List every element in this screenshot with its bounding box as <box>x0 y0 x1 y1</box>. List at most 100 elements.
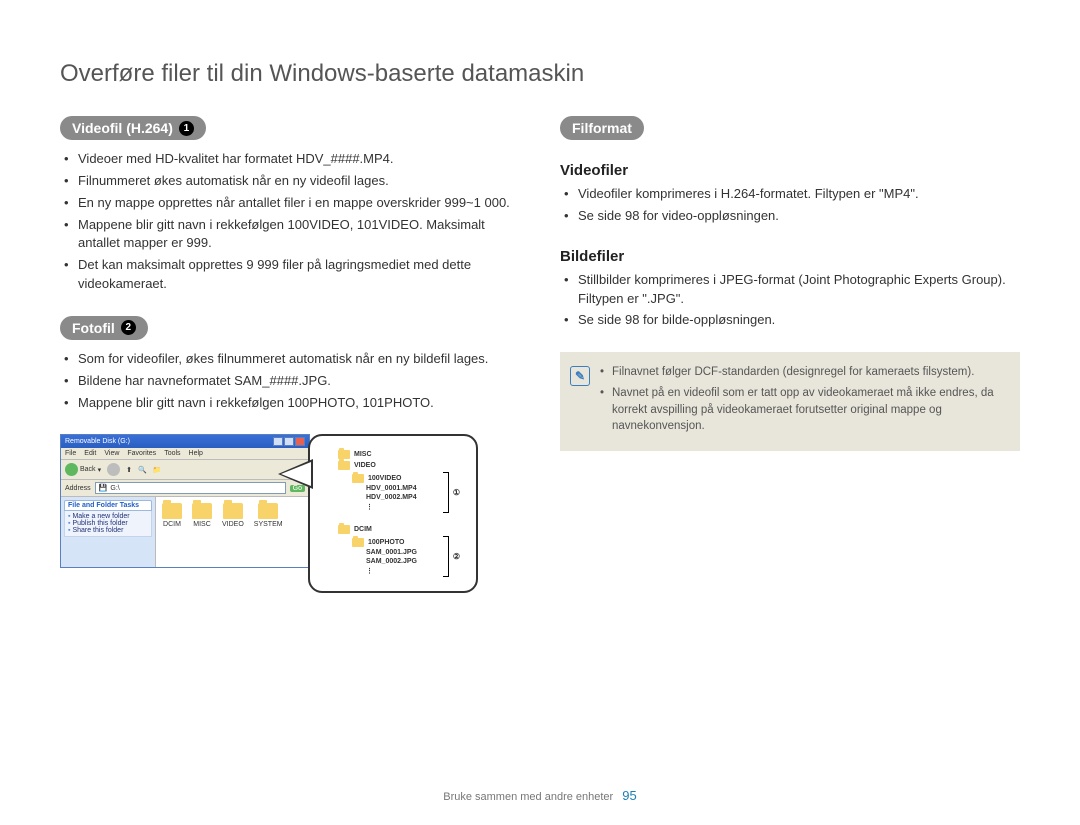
bullet: Se side 98 for video-oppløsningen. <box>564 207 1020 226</box>
pill-filformat: Filformat <box>560 116 644 140</box>
bullet: Det kan maksimalt opprettes 9 999 filer … <box>64 256 520 294</box>
folder-icon <box>338 525 350 534</box>
bullet: Videofiler komprimeres i H.264-formatet.… <box>564 185 1020 204</box>
explorer-sidepanel: File and Folder Tasks Make a new folder … <box>61 497 156 567</box>
bullet: Mappene blir gitt navn i rekkefølgen 100… <box>64 216 520 254</box>
tree-label: MISC <box>354 451 372 458</box>
folder-icon <box>258 503 278 519</box>
folders-icon: 📁 <box>153 466 162 474</box>
bullet: Som for videofiler, økes filnummeret aut… <box>64 350 520 369</box>
folder-item: DCIM <box>162 503 182 528</box>
maximize-icon <box>284 437 294 446</box>
note-item: Navnet på en videofil som er tatt opp av… <box>600 385 1006 435</box>
badge-2-icon: 2 <box>121 320 136 335</box>
page-number: 95 <box>622 788 636 803</box>
badge-1-icon: 1 <box>179 121 194 136</box>
folder-icon <box>338 450 350 459</box>
tree-file: SAM_0002.JPG <box>366 558 417 565</box>
tree-label: 100PHOTO <box>368 539 404 546</box>
tree-label: VIDEO <box>354 462 376 469</box>
folder-label: SYSTEM <box>254 521 283 528</box>
drive-icon: 💾 <box>99 484 108 492</box>
bullet: Se side 98 for bilde-oppløsningen. <box>564 311 1020 330</box>
folder-label: MISC <box>193 521 211 528</box>
back-label: Back <box>80 466 96 473</box>
minimize-icon <box>273 437 283 446</box>
bullet: Mappene blir gitt navn i rekkefølgen 100… <box>64 394 520 413</box>
tree-callout: MISC VIDEO 100VIDEO HDV_0001.MP4 HDV_000… <box>308 434 478 593</box>
explorer-title-text: Removable Disk (G:) <box>65 438 130 445</box>
address-label: Address <box>65 485 91 492</box>
bildefiler-bullets: Stillbilder komprimeres i JPEG-format (J… <box>560 271 1020 331</box>
bullet: Bildene har navneformatet SAM_####.JPG. <box>64 372 520 391</box>
left-column: Videofil (H.264) 1 Videoer med HD-kvalit… <box>60 116 520 593</box>
tree-file: HDV_0001.MP4 <box>366 485 417 492</box>
folder-label: DCIM <box>163 521 181 528</box>
page-footer: Bruke sammen med andre enheter 95 <box>0 788 1080 803</box>
note-icon: ✎ <box>570 366 590 386</box>
menu-item: Help <box>189 450 203 457</box>
search-icon: 🔍 <box>138 466 147 474</box>
footer-text: Bruke sammen med andre enheter <box>443 791 613 803</box>
tree-label: 100VIDEO <box>368 475 401 482</box>
folder-item: VIDEO <box>222 503 244 528</box>
tree-label: DCIM <box>354 526 372 533</box>
menu-item: View <box>104 450 119 457</box>
folder-item: MISC <box>192 503 212 528</box>
bullet: Stillbilder komprimeres i JPEG-format (J… <box>564 271 1020 309</box>
explorer-addressbar: Address 💾G:\ Go <box>61 480 309 497</box>
folder-label: VIDEO <box>222 521 244 528</box>
subhead-videofiler: Videofiler <box>560 162 1020 179</box>
explorer-toolbar: Back ▾ ⬆ 🔍 📁 <box>61 460 309 480</box>
tree-file: HDV_0002.MP4 <box>366 494 417 501</box>
fotofil-bullets: Som for videofiler, økes filnummeret aut… <box>60 350 520 413</box>
pill-filformat-label: Filformat <box>572 120 632 136</box>
folder-icon <box>338 461 350 470</box>
tree-ellipsis: ⋮ <box>366 567 373 575</box>
brace-label-1: ① <box>449 488 460 497</box>
folder-item: SYSTEM <box>254 503 283 528</box>
bullet: En ny mappe opprettes når antallet filer… <box>64 194 520 213</box>
menu-item: Tools <box>164 450 180 457</box>
illustration: Removable Disk (G:) File Edit View Favor… <box>60 434 520 593</box>
videofiler-bullets: Videofiler komprimeres i H.264-formatet.… <box>560 185 1020 226</box>
explorer-titlebar: Removable Disk (G:) <box>61 435 309 448</box>
task-item: Publish this folder <box>68 520 148 527</box>
menu-item: Edit <box>84 450 96 457</box>
right-column: Filformat Videofiler Videofiler komprime… <box>560 116 1020 593</box>
videofil-bullets: Videoer med HD-kvalitet har formatet HDV… <box>60 150 520 294</box>
explorer-window: Removable Disk (G:) File Edit View Favor… <box>60 434 310 568</box>
back-icon <box>65 463 78 476</box>
task-item: Share this folder <box>68 527 148 534</box>
subhead-bildefiler: Bildefiler <box>560 248 1020 265</box>
close-icon <box>295 437 305 446</box>
note-box: ✎ Filnavnet følger DCF-standarden (desig… <box>560 352 1020 451</box>
task-panel-header: File and Folder Tasks <box>64 500 152 511</box>
pill-fotofil-label: Fotofil <box>72 320 115 336</box>
tree-file: SAM_0001.JPG <box>366 549 417 556</box>
tree-ellipsis: ⋮ <box>366 503 373 511</box>
explorer-content: DCIM MISC VIDEO SYSTEM <box>156 497 309 567</box>
up-icon: ⬆ <box>126 466 132 474</box>
address-value: G:\ <box>110 485 119 492</box>
page-title: Overføre filer til din Windows-baserte d… <box>60 60 1020 88</box>
bullet: Videoer med HD-kvalitet har formatet HDV… <box>64 150 520 169</box>
note-item: Filnavnet følger DCF-standarden (designr… <box>600 364 1006 381</box>
folder-icon <box>223 503 243 519</box>
menu-item: Favorites <box>127 450 156 457</box>
brace-label-2: ② <box>449 552 460 561</box>
folder-icon <box>352 474 364 483</box>
folder-icon <box>192 503 212 519</box>
explorer-menubar: File Edit View Favorites Tools Help <box>61 448 309 460</box>
callout-tail-icon <box>278 459 313 489</box>
folder-icon <box>162 503 182 519</box>
folder-icon <box>352 538 364 547</box>
pill-videofil-label: Videofil (H.264) <box>72 120 173 136</box>
pill-videofil: Videofil (H.264) 1 <box>60 116 206 140</box>
bullet: Filnummeret økes automatisk når en ny vi… <box>64 172 520 191</box>
folder-tree: MISC VIDEO 100VIDEO HDV_0001.MP4 HDV_000… <box>308 434 478 593</box>
task-item: Make a new folder <box>68 513 148 520</box>
pill-fotofil: Fotofil 2 <box>60 316 148 340</box>
menu-item: File <box>65 450 76 457</box>
forward-icon <box>107 463 120 476</box>
